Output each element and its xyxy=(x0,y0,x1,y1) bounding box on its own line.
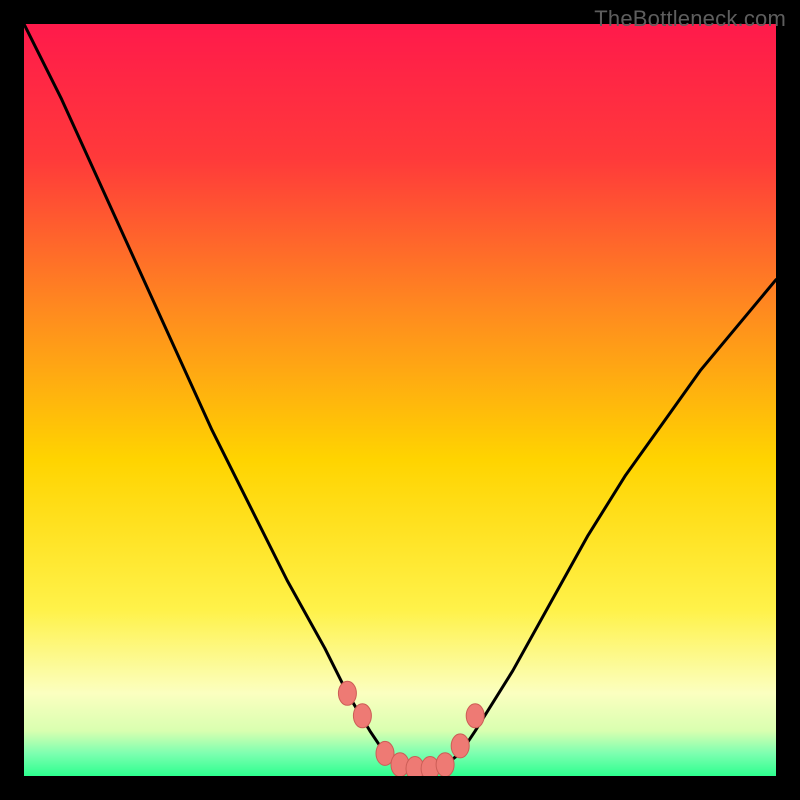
plot-area xyxy=(24,24,776,776)
chart-svg xyxy=(24,24,776,776)
outer-frame: TheBottleneck.com xyxy=(0,0,800,800)
marker-point xyxy=(466,704,484,728)
marker-point xyxy=(451,734,469,758)
watermark-text: TheBottleneck.com xyxy=(594,6,786,32)
marker-point xyxy=(436,753,454,776)
gradient-background xyxy=(24,24,776,776)
marker-point xyxy=(353,704,371,728)
marker-point xyxy=(338,681,356,705)
